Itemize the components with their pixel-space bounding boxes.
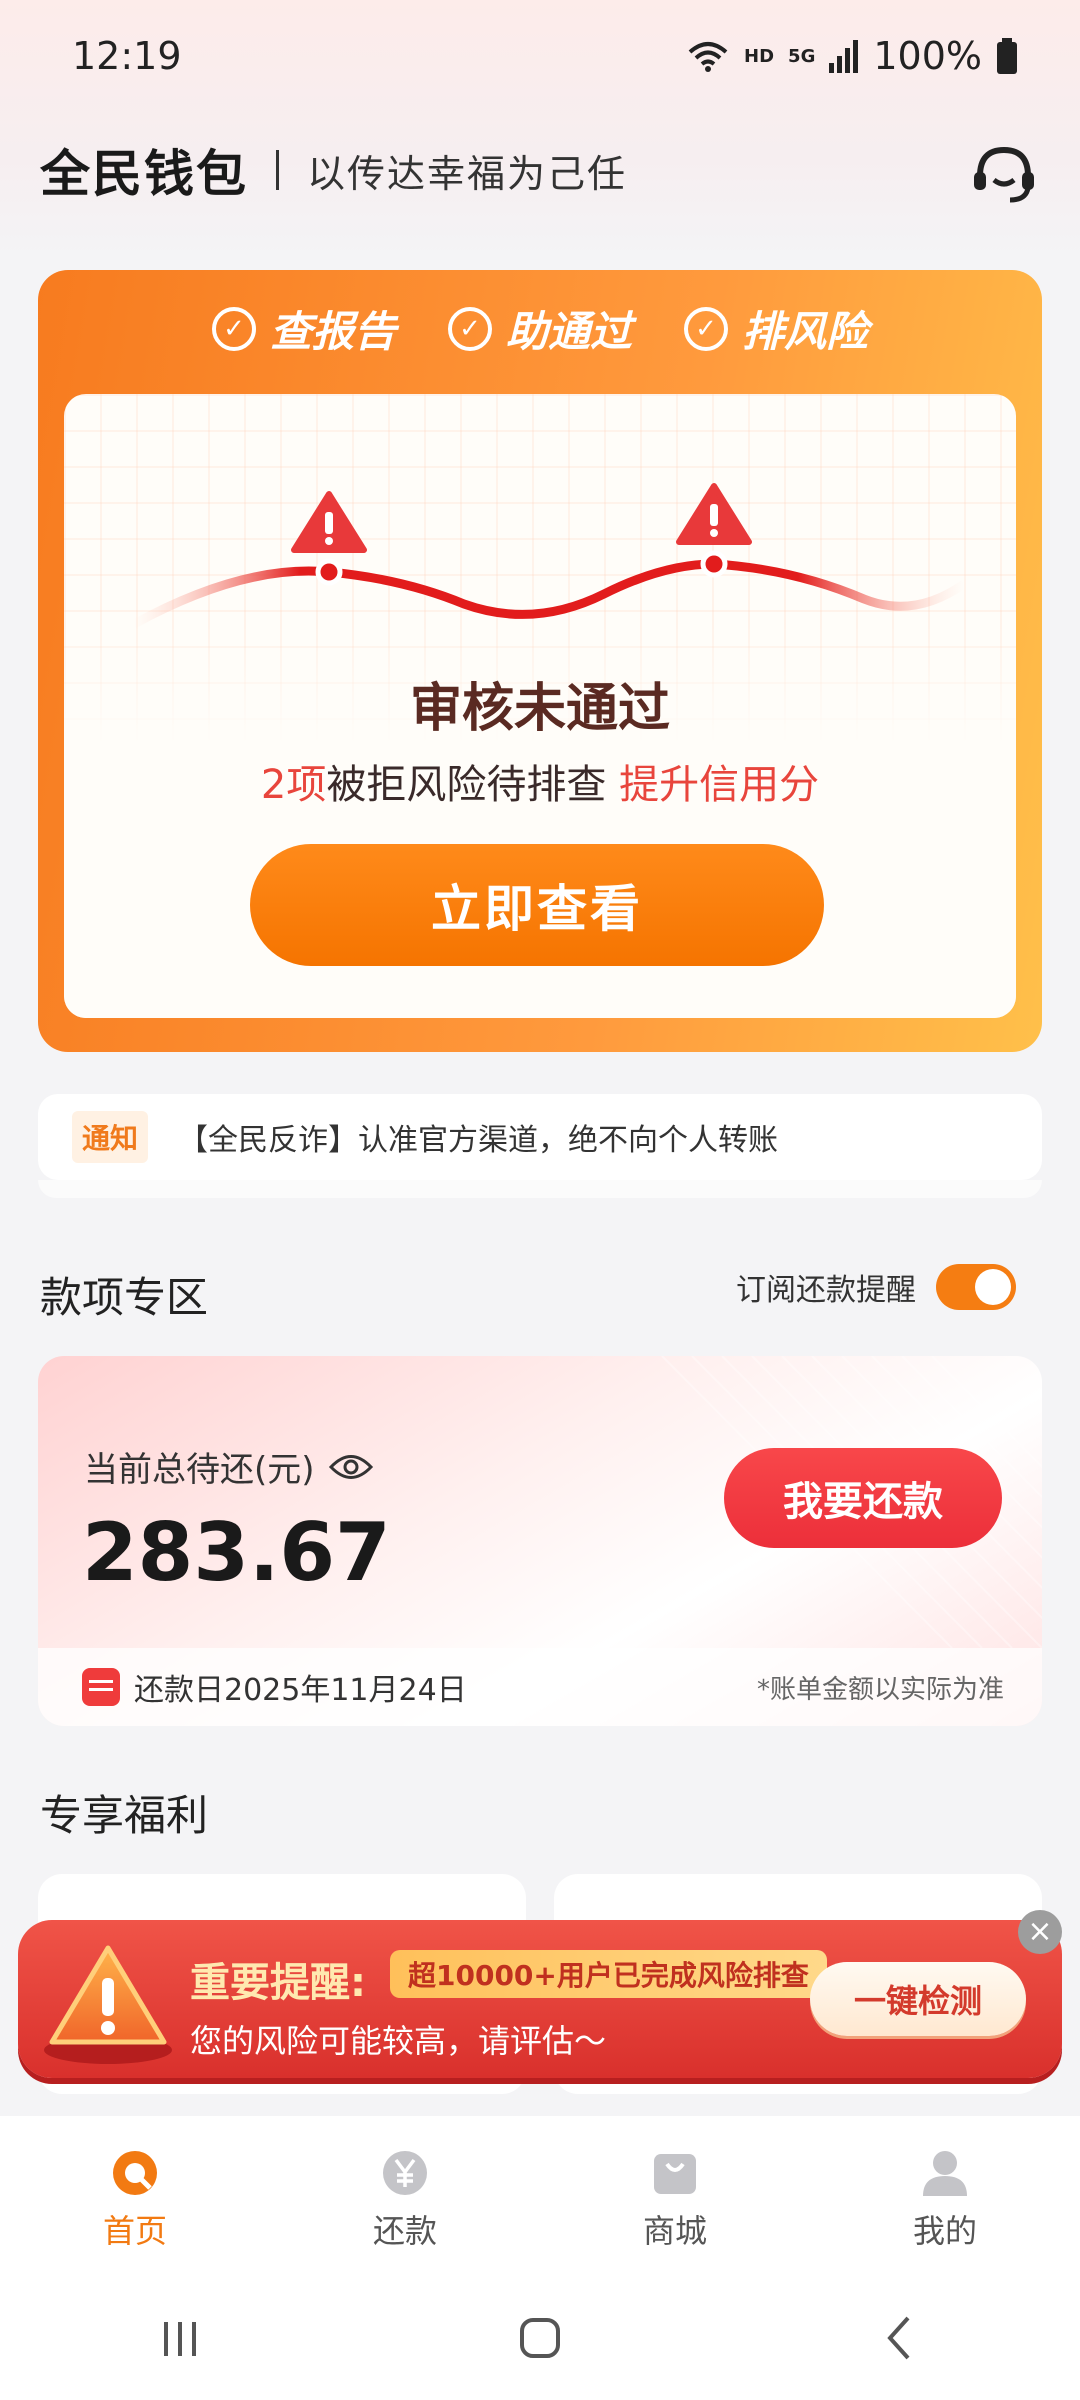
hero-tabs: ✓ 查报告 ✓ 助通过 ✓ 排风险 [38, 298, 1042, 359]
signal-icon [829, 40, 859, 73]
nav-item-mine[interactable]: 我的 [810, 2116, 1080, 2276]
network-label: 5G [788, 45, 816, 67]
review-status-title: 审核未通过 [409, 679, 670, 739]
notice-bar[interactable]: 通知 【全民反诈】认准官方渠道，绝不向个人转账 [38, 1094, 1042, 1180]
warning-icon [676, 483, 752, 545]
close-icon[interactable]: × [1018, 1910, 1062, 1954]
check-icon: ✓ [447, 306, 492, 351]
alert-subtitle: 您的风险可能较高，请评估～ [190, 2022, 607, 2060]
home-icon [113, 2151, 157, 2195]
risk-count: 2项 [260, 762, 327, 808]
risk-check-card: ✓ 查报告 ✓ 助通过 ✓ 排风险 审核未通过 2项被拒风险待排查 提升信用分 … [38, 270, 1042, 1052]
user-icon [923, 2151, 967, 2196]
check-icon: ✓ [211, 306, 256, 351]
total-due-label: 当前总待还(元) [84, 1442, 373, 1491]
benefits-section-title: 专享福利 [40, 1791, 209, 1840]
risk-curve-illustration [131, 483, 967, 628]
risk-text: 被拒风险待排查 [326, 762, 607, 808]
status-icons: HD 5G 100% [686, 34, 1018, 78]
system-nav-bar [0, 2276, 1080, 2400]
home-button-icon[interactable] [510, 2308, 570, 2368]
nav-label: 首页 [102, 2212, 167, 2250]
status-time: 12:19 [72, 34, 182, 78]
recent-apps-icon[interactable] [150, 2308, 210, 2368]
nav-label: 我的 [912, 2212, 977, 2250]
repay-button[interactable]: 我要还款 [724, 1448, 1002, 1548]
alert-pill: 超10000+用户已完成风险排查 [390, 1950, 827, 1998]
hero-tab-label: 助通过 [505, 307, 632, 356]
nav-item-home[interactable]: 首页 [0, 2116, 270, 2276]
due-date: 还款日2025年11月24日 [134, 1673, 467, 1708]
app-header: 全民钱包 以传达幸福为己任 [40, 130, 1040, 210]
customer-service-icon[interactable] [968, 138, 1040, 210]
yuan-icon [383, 2151, 427, 2195]
hero-tab-approval: ✓ 助通过 [447, 298, 632, 359]
notice-text: 【全民反诈】认准官方渠道，绝不向个人转账 [178, 1123, 779, 1158]
calendar-icon [82, 1668, 120, 1706]
header-divider [276, 150, 279, 190]
funds-card: 当前总待还(元) 283.67 我要还款 还款日2025年11月24日 *账单金… [38, 1356, 1042, 1726]
funds-section-title: 款项专区 [40, 1273, 209, 1322]
toggle-knob [975, 1269, 1011, 1305]
shopping-bag-icon [654, 2154, 696, 2194]
nav-item-repay[interactable]: 还款 [270, 2116, 540, 2276]
total-due-amount: 283.67 [82, 1506, 391, 1599]
hero-tab-report: ✓ 查报告 [211, 298, 396, 359]
bill-note: *账单金额以实际为准 [756, 1674, 1004, 1705]
risk-action-link[interactable]: 提升信用分 [619, 762, 819, 808]
eye-icon[interactable] [328, 1452, 373, 1482]
funds-footer: 还款日2025年11月24日 *账单金额以实际为准 [38, 1648, 1042, 1726]
risk-check-panel: 审核未通过 2项被拒风险待排查 提升信用分 立即查看 [64, 394, 1016, 1018]
slogan: 以传达幸福为己任 [307, 151, 628, 196]
nav-item-mall[interactable]: 商城 [540, 2116, 810, 2276]
risk-summary: 2项被拒风险待排查 提升信用分 [64, 752, 1016, 810]
notice-stack-shadow [38, 1180, 1042, 1198]
subscribe-label: 订阅还款提醒 [736, 1273, 916, 1308]
notice-tag: 通知 [72, 1111, 149, 1163]
battery-percent: 100% [873, 34, 982, 78]
subscribe-toggle[interactable] [936, 1264, 1016, 1310]
alert-title: 重要提醒: [190, 1960, 366, 2006]
warning-icon [44, 1945, 172, 2064]
battery-icon [997, 38, 1017, 74]
hd-label: HD [744, 45, 775, 67]
back-icon[interactable] [870, 2308, 930, 2368]
bottom-nav: 首页 还款 商城 我的 [0, 2116, 1080, 2276]
status-bar: 12:19 HD 5G 100% [0, 0, 1080, 110]
check-icon: ✓ [684, 306, 728, 351]
hero-tab-label: 查报告 [269, 307, 396, 356]
subscribe-reminder: 订阅还款提醒 [736, 1264, 1016, 1310]
one-click-detect-button[interactable]: 一键检测 [810, 1962, 1026, 2036]
warning-icon [291, 491, 367, 553]
risk-alert-banner[interactable]: 重要提醒: 超10000+用户已完成风险排查 您的风险可能较高，请评估～ 一键检… [18, 1920, 1062, 2078]
nav-label: 还款 [372, 2212, 437, 2250]
view-now-button[interactable]: 立即查看 [250, 844, 824, 966]
hero-tab-risk: ✓ 排风险 [684, 298, 868, 359]
hero-tab-label: 排风险 [742, 307, 869, 356]
nav-label: 商城 [642, 2212, 707, 2250]
wifi-icon [688, 42, 728, 72]
total-due-text: 当前总待还(元) [84, 1450, 315, 1490]
brand-name: 全民钱包 [40, 145, 248, 203]
